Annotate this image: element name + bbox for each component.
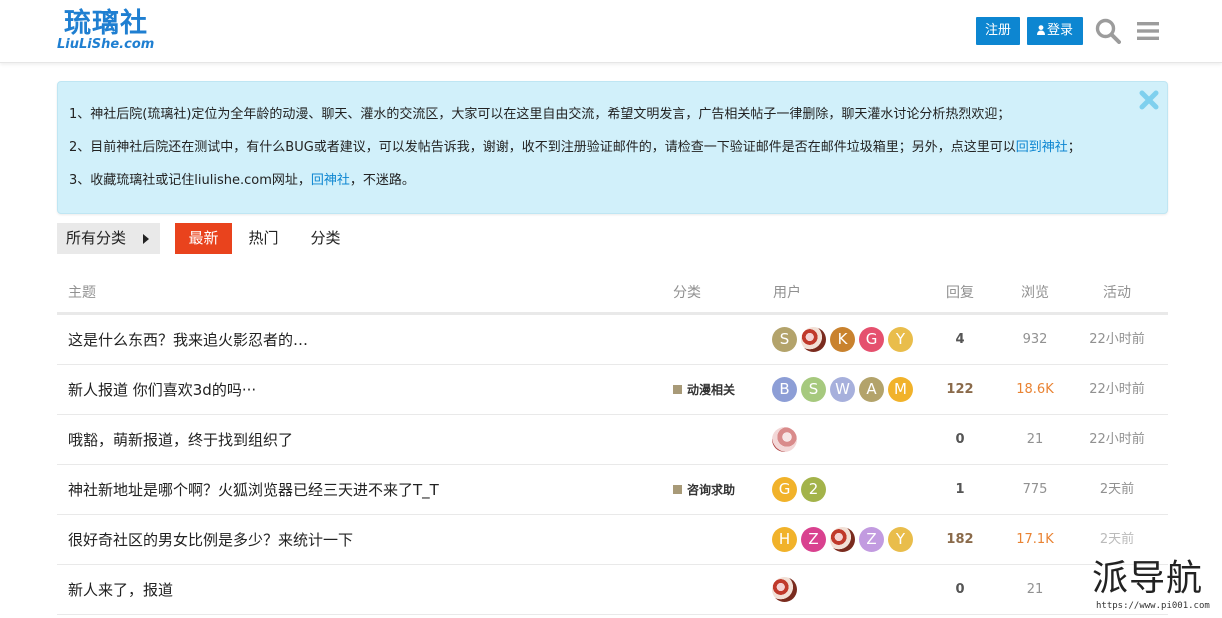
avatar[interactable]: W xyxy=(830,377,855,402)
reply-count[interactable]: 122 xyxy=(930,381,990,399)
category-color-square xyxy=(673,385,682,394)
reply-count[interactable]: 4 xyxy=(930,331,990,349)
all-categories-label: 所有分类 xyxy=(66,229,127,247)
avatar[interactable]: Y xyxy=(888,327,913,352)
header-replies[interactable]: 回复 xyxy=(946,284,974,302)
reply-count[interactable]: 1 xyxy=(930,481,990,499)
avatar[interactable]: A xyxy=(859,377,884,402)
table-row[interactable]: 哦豁，萌新报道，终于找到组织了 0 21 22小时前 xyxy=(57,415,1168,465)
avatar[interactable] xyxy=(772,427,797,452)
topic-title-link[interactable]: 新人来了，报道 xyxy=(68,580,173,600)
tab-latest[interactable]: 最新 xyxy=(175,223,232,254)
avatar[interactable]: 2 xyxy=(801,477,826,502)
topic-title-link[interactable]: 哦豁，萌新报道，终于找到组织了 xyxy=(68,430,293,450)
table-row[interactable]: 新人来了，报道 0 21 xyxy=(57,565,1168,615)
header-users: 用户 xyxy=(773,285,801,301)
avatar[interactable]: S xyxy=(772,327,797,352)
avatar[interactable]: B xyxy=(772,377,797,402)
notice-line-3-text: 3、收藏琉璃社或记住liulishe.com网址， xyxy=(69,173,311,188)
logo-en-text: LiuLiShe.com xyxy=(57,37,155,52)
watermark-cn: 派导航 xyxy=(1092,558,1204,599)
table-row[interactable]: 很好奇社区的男女比例是多少？来统计一下 H Z Z Y 182 17.1K 2天前 xyxy=(57,515,1168,565)
avatar[interactable]: S xyxy=(801,377,826,402)
avatar[interactable]: G xyxy=(772,477,797,502)
logo-cn-text: 琉璃社 xyxy=(64,8,148,39)
menu-icon[interactable] xyxy=(1136,20,1160,42)
site-notice: 1、神社后院(琉璃社)定位为全年龄的动漫、聊天、灌水的交流区，大家可以在这里自由… xyxy=(57,81,1168,214)
tab-categories[interactable]: 分类 xyxy=(302,223,349,254)
search-icon[interactable] xyxy=(1095,18,1121,44)
watermark-url: https://www.pi001.com xyxy=(1096,601,1210,611)
avatar[interactable]: Y xyxy=(888,527,913,552)
user-icon xyxy=(1036,25,1045,35)
avatar[interactable] xyxy=(772,577,797,602)
avatar[interactable]: H xyxy=(772,527,797,552)
login-button[interactable]: 登录 xyxy=(1027,17,1083,45)
back-to-shrine-link[interactable]: 回到神社 xyxy=(1016,140,1068,155)
category-badge[interactable]: 动漫相关 xyxy=(673,382,735,398)
topic-title-link[interactable]: 很好奇社区的男女比例是多少？来统计一下 xyxy=(68,530,353,550)
category-color-square xyxy=(673,485,682,494)
category-label: 动漫相关 xyxy=(687,383,736,397)
activity-time[interactable]: 22小时前 xyxy=(1077,431,1157,449)
tab-hot[interactable]: 热门 xyxy=(240,223,287,254)
avatar[interactable] xyxy=(830,527,855,552)
all-categories-dropdown[interactable]: 所有分类 xyxy=(57,223,160,254)
header-views[interactable]: 浏览 xyxy=(1021,284,1049,302)
avatar[interactable]: K xyxy=(830,327,855,352)
topic-list-header: 主题 分类 用户 回复 浏览 活动 xyxy=(57,268,1168,315)
avatar[interactable]: Z xyxy=(801,527,826,552)
caret-right-icon xyxy=(143,234,149,244)
table-row[interactable]: 新人报道 你们喜欢3d的吗··· 动漫相关 B S W A M 122 18.6K 22小时前 xyxy=(57,365,1168,415)
notice-line-1: 1、神社后院(琉璃社)定位为全年龄的动漫、聊天、灌水的交流区，大家可以在这里自由… xyxy=(69,107,1011,122)
notice-line-2-end: ； xyxy=(1067,140,1081,155)
activity-time[interactable]: 22小时前 xyxy=(1077,381,1157,399)
topic-title-link[interactable]: 这是什么东西？我来追火影忍者的… xyxy=(68,330,308,350)
topic-rows: 这是什么东西？我来追火影忍者的… S K G Y 4 932 22小时前 新人报道 你们喜欢3d… xyxy=(57,315,1168,615)
watermark: 派导航 https://www.pi001.com xyxy=(1092,559,1214,615)
table-row[interactable]: 神社新地址是哪个啊？火狐浏览器已经三天进不来了T_T 咨询求助 G 2 1 775 2天前 xyxy=(57,465,1168,515)
avatar[interactable] xyxy=(801,327,826,352)
view-count: 18.6K xyxy=(1016,382,1054,397)
reply-count[interactable]: 0 xyxy=(930,581,990,599)
topic-title-link[interactable]: 神社新地址是哪个啊？火狐浏览器已经三天进不来了T_T xyxy=(68,480,439,500)
activity-time[interactable]: 22小时前 xyxy=(1077,331,1157,349)
activity-time[interactable]: 2天前 xyxy=(1077,531,1157,549)
site-logo[interactable]: 琉璃社 LiuLiShe.com xyxy=(57,8,167,54)
login-label: 登录 xyxy=(1046,23,1073,38)
view-count: 21 xyxy=(1026,582,1044,597)
notice-line-3-end: ，不迷路。 xyxy=(349,173,415,188)
notice-line-2: 2、目前神社后院还在测试中，有什么BUG或者建议，可以发帖告诉我，谢谢，收不到注… xyxy=(69,139,1081,157)
view-count: 17.1K xyxy=(1016,532,1054,547)
activity-time[interactable]: 2天前 xyxy=(1077,481,1157,499)
reply-count[interactable]: 182 xyxy=(930,531,990,549)
topic-title-link[interactable]: 新人报道 你们喜欢3d的吗··· xyxy=(68,380,256,400)
site-header: 琉璃社 LiuLiShe.com 注册 登录 xyxy=(0,0,1222,63)
header-topic[interactable]: 主题 xyxy=(68,284,96,302)
close-icon[interactable] xyxy=(1138,89,1160,111)
header-category[interactable]: 分类 xyxy=(673,284,701,302)
category-badge[interactable]: 咨询求助 xyxy=(673,482,735,498)
avatar[interactable]: Z xyxy=(859,527,884,552)
notice-line-2-text: 2、目前神社后院还在测试中，有什么BUG或者建议，可以发帖告诉我，谢谢，收不到注… xyxy=(69,140,1016,155)
register-button[interactable]: 注册 xyxy=(976,17,1020,45)
topic-list: 主题 分类 用户 回复 浏览 活动 这是什么东西？我来追火影忍者的… S K G Y 4 9… xyxy=(57,268,1168,615)
view-count: 932 xyxy=(1022,332,1048,347)
notice-line-3: 3、收藏琉璃社或记住liulishe.com网址，回神社，不迷路。 xyxy=(69,172,415,190)
view-count: 21 xyxy=(1026,432,1044,447)
header-activity[interactable]: 活动 xyxy=(1103,284,1131,302)
category-label: 咨询求助 xyxy=(687,483,736,497)
avatar[interactable]: G xyxy=(859,327,884,352)
return-shrine-link[interactable]: 回神社 xyxy=(311,173,350,188)
table-row[interactable]: 这是什么东西？我来追火影忍者的… S K G Y 4 932 22小时前 xyxy=(57,315,1168,365)
view-count: 775 xyxy=(1022,482,1048,497)
avatar[interactable]: M xyxy=(888,377,913,402)
reply-count[interactable]: 0 xyxy=(930,431,990,449)
